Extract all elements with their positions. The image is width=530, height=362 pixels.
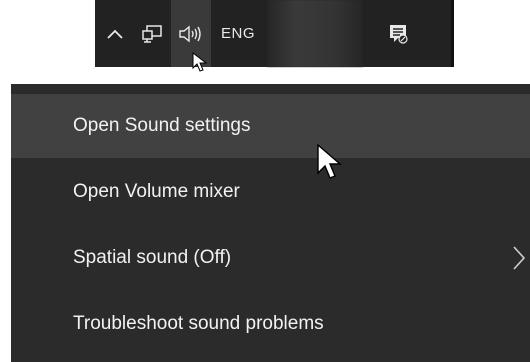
show-hidden-icons-button[interactable] xyxy=(97,0,133,67)
speaker-icon xyxy=(179,25,201,42)
action-center-button[interactable] xyxy=(377,0,419,67)
menu-item-label: Spatial sound (Off) xyxy=(73,247,232,268)
network-button[interactable] xyxy=(133,0,171,67)
menu-item-spatial-sound[interactable]: Spatial sound (Off) xyxy=(11,226,530,290)
menu-item-label: Open Volume mixer xyxy=(73,181,240,202)
clock-area-blurred[interactable] xyxy=(267,0,363,67)
menu-item-label: Open Sound settings xyxy=(73,115,251,136)
mouse-pointer-icon xyxy=(317,143,342,179)
sound-context-menu: Open Sound settings Open Volume mixer Sp… xyxy=(11,84,530,362)
menu-item-open-sound-settings[interactable]: Open Sound settings xyxy=(11,94,530,158)
chevron-up-icon xyxy=(107,29,123,39)
action-center-icon xyxy=(390,24,408,44)
taskbar-separator xyxy=(451,0,454,67)
menu-item-troubleshoot-sound[interactable]: Troubleshoot sound problems xyxy=(11,292,530,356)
menu-item-label: Troubleshoot sound problems xyxy=(73,313,324,334)
network-icon xyxy=(142,24,162,43)
taskbar-tray: ENG xyxy=(95,0,454,67)
mouse-pointer-icon xyxy=(192,52,208,72)
chevron-right-icon xyxy=(513,246,526,270)
screenshot-stage: ENG Open Sound settings Open Volume mixe… xyxy=(0,0,530,362)
input-language-indicator[interactable]: ENG xyxy=(211,0,265,67)
menu-item-open-volume-mixer[interactable]: Open Volume mixer xyxy=(11,160,530,224)
